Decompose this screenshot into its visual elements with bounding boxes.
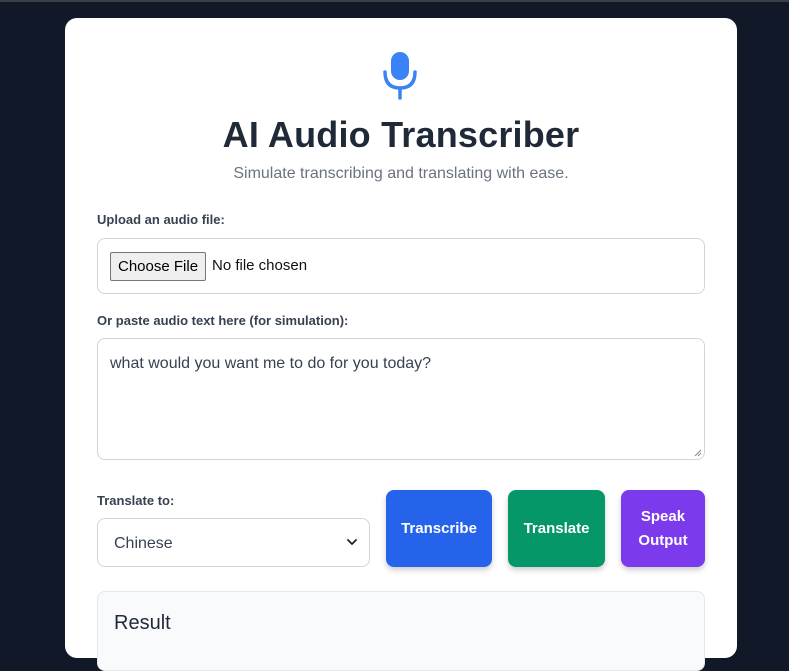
translate-button[interactable]: Translate (508, 490, 605, 567)
transcribe-button[interactable]: Transcribe (386, 490, 492, 567)
language-select-value: Chinese (114, 535, 173, 552)
speak-output-button[interactable]: Speak Output (621, 490, 705, 567)
chevron-down-icon (347, 539, 357, 545)
main-card: AI Audio Transcriber Simulate transcribi… (65, 18, 737, 671)
resize-handle-icon[interactable] (694, 449, 702, 457)
language-select[interactable]: Chinese (97, 518, 370, 567)
speak-button-label-line1: Speak (640, 507, 686, 525)
paste-label: Or paste audio text here (for simulation… (97, 313, 349, 328)
choose-file-button[interactable]: Choose File (110, 252, 207, 281)
upload-label: Upload an audio file: (97, 212, 225, 227)
window-top-border (0, 0, 789, 2)
translate-button-label: Translate (523, 519, 590, 537)
page-title: AI Audio Transcriber (222, 114, 580, 155)
audio-text-value: what would you want me to do for you tod… (110, 355, 432, 372)
page-subtitle: Simulate transcribing and translating wi… (233, 165, 569, 182)
audio-text-input[interactable]: what would you want me to do for you tod… (97, 338, 705, 460)
result-panel: Result (97, 591, 705, 671)
translate-label: Translate to: (97, 493, 175, 508)
file-status-text: No file chosen (212, 257, 308, 274)
microphone-icon (383, 52, 417, 100)
file-upload-field[interactable]: Choose File No file chosen (97, 238, 705, 294)
result-title: Result (114, 612, 171, 634)
transcribe-button-label: Transcribe (401, 519, 477, 537)
speak-button-label-line2: Output (638, 531, 688, 549)
